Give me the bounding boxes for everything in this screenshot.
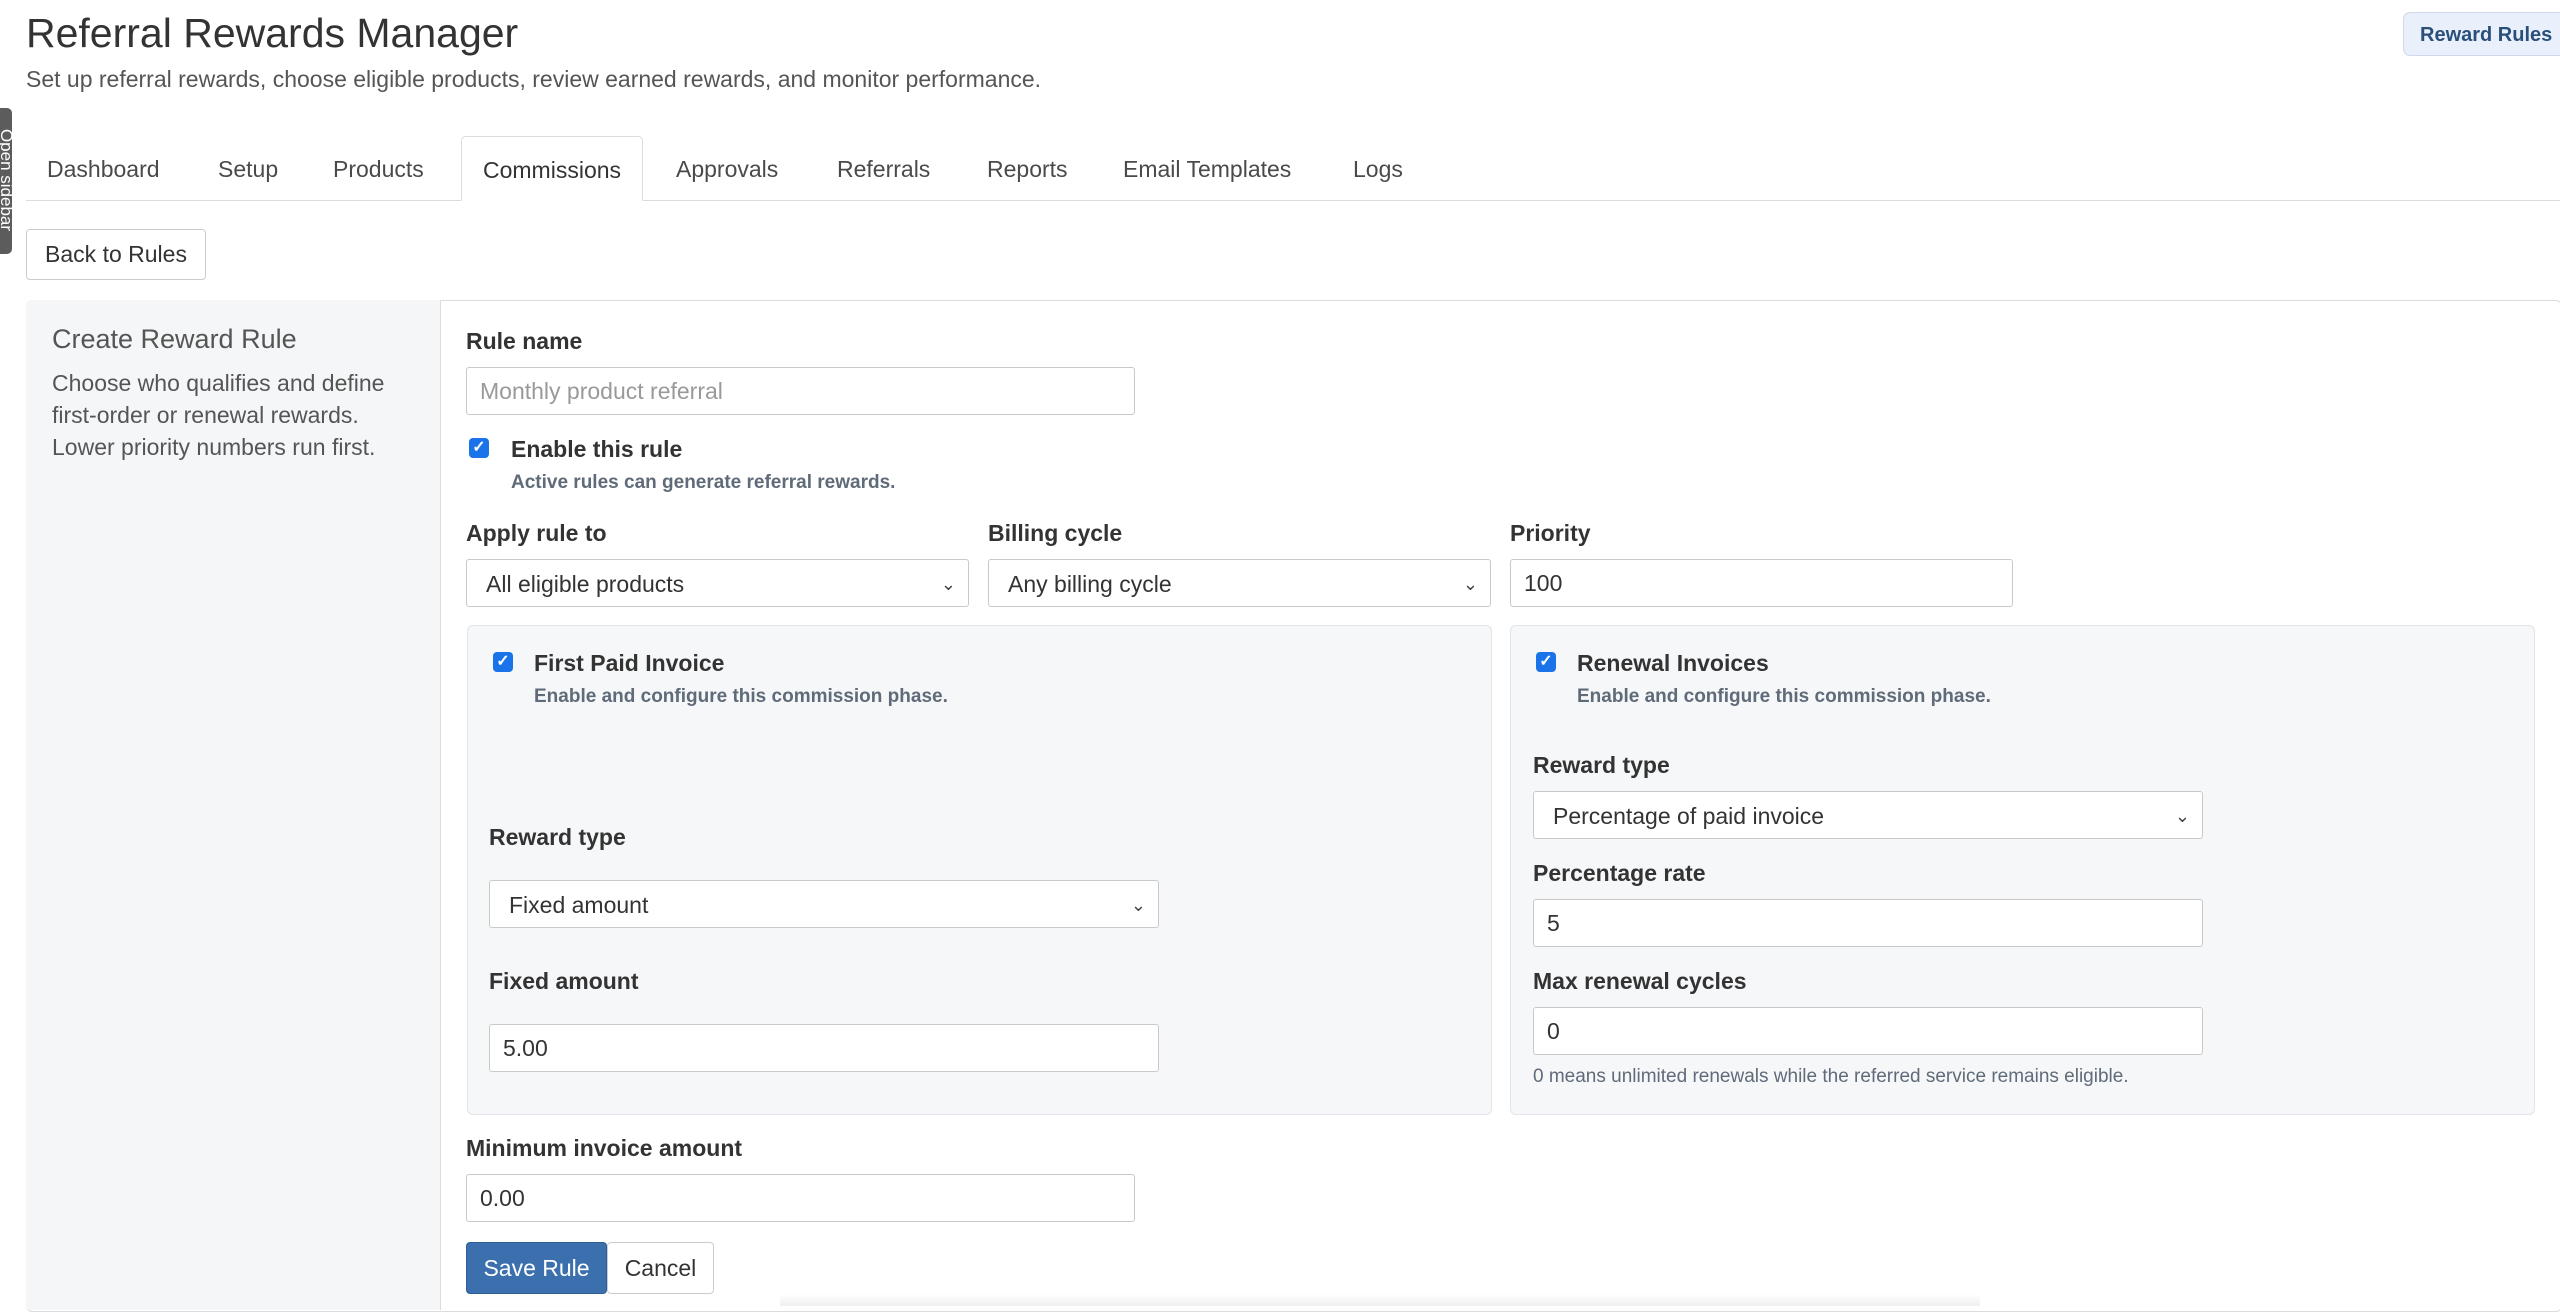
tab-reports[interactable]: Reports (966, 136, 1089, 200)
enable-rule-label: Enable this rule (511, 436, 683, 462)
first-invoice-checkbox[interactable]: ✓ (493, 652, 513, 672)
priority-input[interactable] (1510, 559, 2013, 607)
chevron-down-icon: ⌄ (2174, 806, 2190, 826)
max-renewal-cycles-label: Max renewal cycles (1533, 968, 1747, 994)
open-sidebar-toggle[interactable]: Open sidebar (0, 108, 12, 254)
first-invoice-reward-type-label: Reward type (489, 824, 626, 850)
apply-rule-value: All eligible products (486, 571, 685, 597)
renewal-reward-type-select[interactable]: Percentage of paid invoice ⌄ (1533, 791, 2203, 839)
tab-setup[interactable]: Setup (197, 136, 299, 200)
max-renewal-cycles-help: 0 means unlimited renewals while the ref… (1533, 1066, 2129, 1087)
rule-name-label: Rule name (466, 328, 583, 354)
main-tabs: Dashboard Setup Products Commissions App… (26, 136, 2560, 201)
priority-label: Priority (1510, 520, 1591, 546)
rule-name-input[interactable] (466, 367, 1135, 415)
enable-rule-checkbox[interactable]: ✓ (469, 438, 489, 458)
bottom-shadow (780, 1294, 1980, 1306)
tab-dashboard[interactable]: Dashboard (26, 136, 181, 200)
fixed-amount-input[interactable] (489, 1024, 1159, 1072)
first-invoice-title: First Paid Invoice (534, 650, 725, 676)
chevron-down-icon: ⌄ (1130, 895, 1146, 915)
page-subtitle: Set up referral rewards, choose eligible… (26, 66, 1042, 92)
renewal-reward-type-label: Reward type (1533, 752, 1670, 778)
chevron-down-icon: ⌄ (1462, 574, 1478, 594)
max-renewal-cycles-input[interactable] (1533, 1007, 2203, 1055)
page-title: Referral Rewards Manager (26, 10, 519, 56)
tab-email-templates[interactable]: Email Templates (1102, 136, 1312, 200)
percentage-rate-label: Percentage rate (1533, 860, 1706, 886)
open-sidebar-label: Open sidebar (0, 128, 12, 232)
renewal-invoices-checkbox[interactable]: ✓ (1536, 652, 1556, 672)
percentage-rate-input[interactable] (1533, 899, 2203, 947)
cancel-button[interactable]: Cancel (607, 1242, 714, 1294)
apply-rule-select[interactable]: All eligible products ⌄ (466, 559, 969, 607)
panel-description: Choose who qualifies and define first-or… (52, 370, 385, 460)
panel-title: Create Reward Rule (52, 324, 297, 354)
tab-commissions[interactable]: Commissions (461, 136, 644, 201)
first-invoice-reward-type-value: Fixed amount (509, 892, 649, 918)
billing-cycle-label: Billing cycle (988, 520, 1123, 546)
tab-logs[interactable]: Logs (1332, 136, 1424, 200)
first-invoice-help: Enable and configure this commission pha… (534, 686, 948, 707)
tab-products[interactable]: Products (312, 136, 445, 200)
minimum-invoice-input[interactable] (466, 1174, 1135, 1222)
renewal-reward-type-value: Percentage of paid invoice (1553, 803, 1825, 829)
back-to-rules-button[interactable]: Back to Rules (26, 229, 206, 280)
first-invoice-reward-type-select[interactable]: Fixed amount ⌄ (489, 880, 1159, 928)
renewal-invoices-help: Enable and configure this commission pha… (1577, 686, 1991, 707)
tab-approvals[interactable]: Approvals (655, 136, 799, 200)
chevron-down-icon: ⌄ (940, 574, 956, 594)
reward-rules-badge[interactable]: Reward Rules (2403, 12, 2560, 56)
tab-referrals[interactable]: Referrals (816, 136, 951, 200)
apply-rule-label: Apply rule to (466, 520, 607, 546)
billing-cycle-select[interactable]: Any billing cycle ⌄ (988, 559, 1491, 607)
save-rule-button[interactable]: Save Rule (466, 1242, 607, 1294)
billing-cycle-value: Any billing cycle (1008, 571, 1172, 597)
enable-rule-help: Active rules can generate referral rewar… (511, 472, 896, 493)
renewal-invoices-title: Renewal Invoices (1577, 650, 1769, 676)
minimum-invoice-label: Minimum invoice amount (466, 1135, 743, 1161)
fixed-amount-label: Fixed amount (489, 968, 639, 994)
